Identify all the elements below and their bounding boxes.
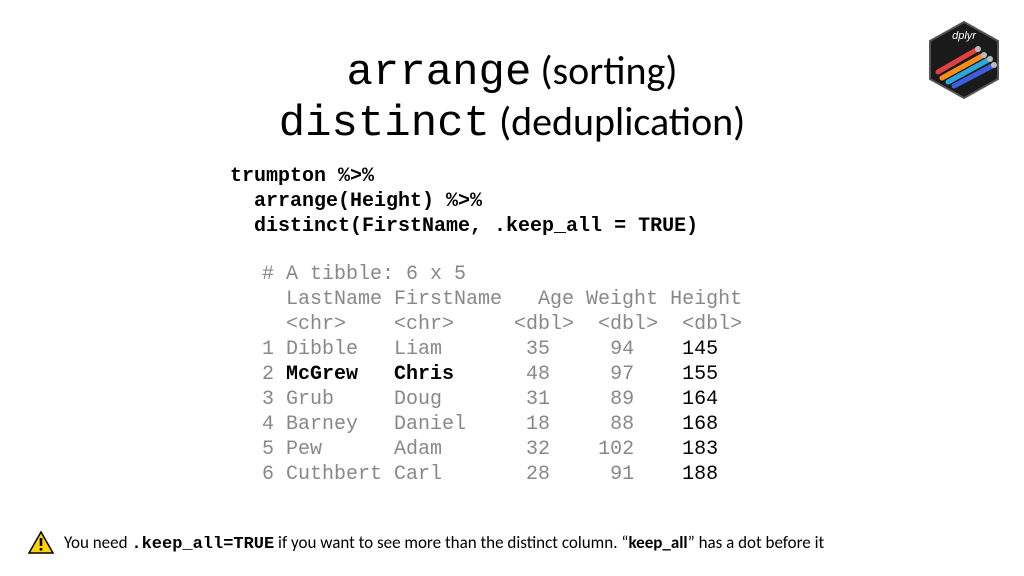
footer-bold: keep_all [628,532,687,553]
slide-title: arrange (sorting) distinct (deduplicatio… [0,48,1024,149]
footer-p2: if you want to see more than the distinc… [274,532,628,553]
svg-text:dplyr: dplyr [952,30,977,42]
code-block: trumpton %>% arrange(Height) %>% distinc… [230,164,698,239]
footer-p3: ” has a dot before it [688,532,825,553]
warning-icon [28,530,54,556]
column-types: <chr> <chr> <dbl> <dbl> <dbl> [262,313,742,336]
title-arrange: arrange [347,48,532,98]
footer-p1: You need [64,532,131,553]
title-distinct: distinct [279,99,490,149]
title-dedup: (deduplication) [490,97,745,146]
column-names: LastName FirstName Age Weight Height [262,288,742,311]
title-sorting: (sorting) [531,46,677,95]
tibble-header: # A tibble: 6 x 5 [262,263,466,286]
footer-note: You need .keep_all=TRUE if you want to s… [28,530,824,556]
dplyr-logo-icon: dplyr [928,20,1000,105]
console-output: # A tibble: 6 x 5 LastName FirstName Age… [262,262,742,487]
footer-code: .keep_all=TRUE [131,535,274,554]
